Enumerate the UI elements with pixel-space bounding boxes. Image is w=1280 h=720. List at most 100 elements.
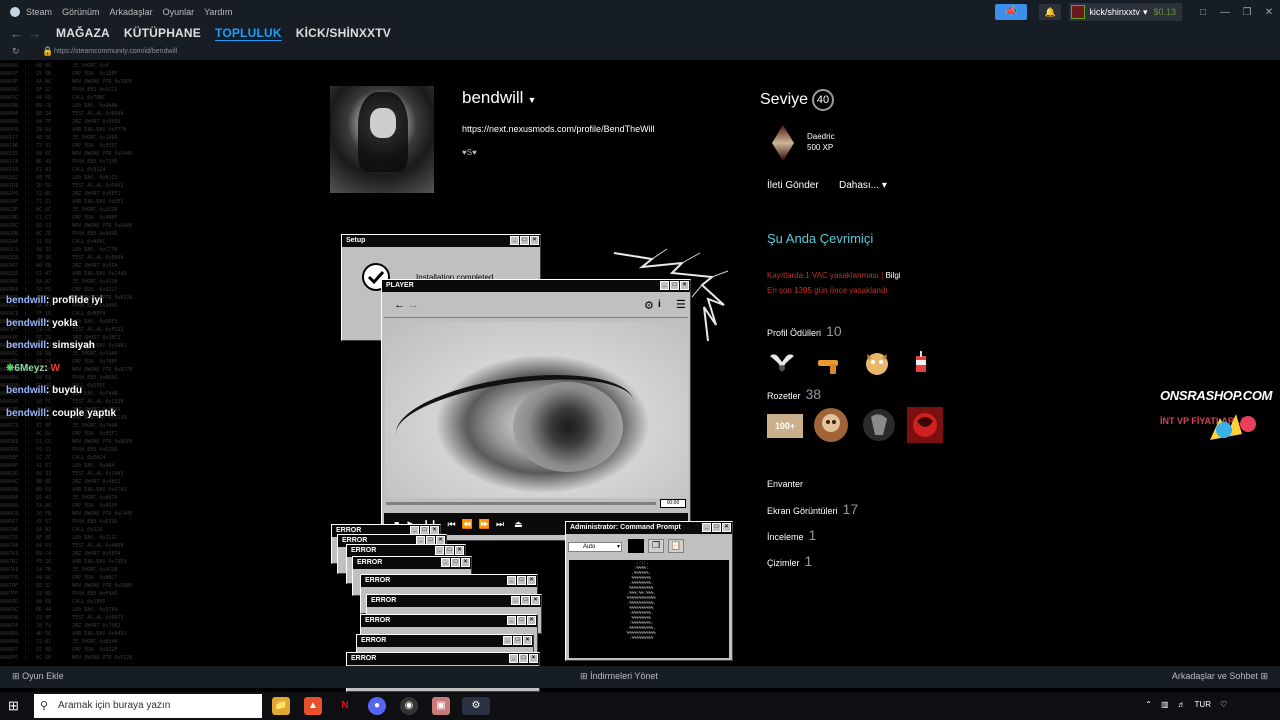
- vac-info-link[interactable]: Bilgi: [885, 271, 900, 280]
- volume-icon[interactable]: ♬: [1178, 700, 1186, 709]
- close-button[interactable]: ×: [527, 576, 536, 585]
- badge-100-icon[interactable]: 100+: [767, 414, 803, 438]
- player-titlebar[interactable]: PLAYER _ □ ×: [382, 280, 690, 292]
- screenshots-link[interactable]: Ekran Görüntüleri 17: [767, 501, 858, 517]
- broadcast-button[interactable]: 📣: [995, 4, 1028, 20]
- tab-store[interactable]: MAĞAZA: [56, 26, 110, 40]
- close-button[interactable]: ×: [529, 654, 538, 663]
- close-button[interactable]: ×: [530, 236, 539, 245]
- badges-link[interactable]: Rozetler 38: [767, 386, 821, 402]
- maximize-button[interactable]: □: [670, 281, 679, 290]
- artwork-link[interactable]: Çizimler 1: [767, 553, 812, 569]
- tab-community[interactable]: TOPLULUK: [215, 26, 282, 40]
- taskbar-search[interactable]: ⚲ Aramak için buraya yazın: [34, 694, 262, 718]
- reviews-link[interactable]: İnceleme 1: [767, 527, 816, 543]
- maximize-button[interactable]: □: [445, 546, 454, 555]
- maximize-button[interactable]: □: [517, 616, 526, 625]
- back-arrow-icon[interactable]: ←: [10, 26, 24, 41]
- close-button[interactable]: ×: [461, 558, 470, 567]
- error-titlebar[interactable]: ERROR _ □ ×: [353, 557, 471, 569]
- maximize-button[interactable]: □: [521, 596, 530, 605]
- back-arrow-icon[interactable]: ←: [394, 299, 405, 311]
- award-cat-icon[interactable]: [862, 348, 892, 378]
- close-button[interactable]: ×: [523, 636, 532, 645]
- badge-dark-icon[interactable]: [861, 407, 897, 443]
- profile-avatar[interactable]: [330, 86, 434, 193]
- menu-view[interactable]: Görünüm: [62, 7, 100, 17]
- player-video[interactable]: [385, 322, 688, 498]
- error-titlebar[interactable]: ERROR _ □ ×: [357, 635, 533, 647]
- tab-profile[interactable]: KİCK/SHİNXXTV: [296, 26, 391, 40]
- inventory-link[interactable]: Envanter: [767, 479, 803, 489]
- error-titlebar[interactable]: ERROR _ □ ×: [347, 653, 539, 665]
- refresh-icon[interactable]: ↻: [12, 46, 30, 57]
- skip-forward-icon[interactable]: ⏭: [496, 519, 504, 530]
- minimize-button[interactable]: _: [503, 636, 512, 645]
- minimize-button[interactable]: _: [510, 236, 519, 245]
- chevron-up-icon[interactable]: ⌃: [1145, 700, 1152, 709]
- badge-skull-icon[interactable]: [813, 407, 849, 443]
- tab-library[interactable]: KÜTÜPHANE: [124, 26, 201, 40]
- rewind-icon[interactable]: ⏪: [462, 519, 473, 530]
- close-button[interactable]: ×: [722, 523, 731, 532]
- forward-arrow-icon[interactable]: →: [408, 299, 419, 311]
- minimize-button[interactable]: _: [511, 596, 520, 605]
- maximize-button[interactable]: □: [520, 236, 529, 245]
- minimize-button[interactable]: _: [702, 523, 711, 532]
- close-button[interactable]: ✕: [1258, 7, 1280, 18]
- minimize-button[interactable]: _: [435, 546, 444, 555]
- cmd-select[interactable]: Auto ▾: [568, 542, 622, 552]
- monitor-icon[interactable]: □: [1192, 7, 1214, 18]
- account-menu[interactable]: kick/shinxxtv ▾ $0.13: [1069, 3, 1182, 21]
- menu-games[interactable]: Oyunlar: [163, 7, 195, 17]
- language-indicator[interactable]: TUR: [1195, 700, 1211, 709]
- profile-summary-link[interactable]: https://next.nexusmods.com/profile/BendT…: [462, 124, 655, 134]
- file-explorer-icon[interactable]: 📁: [272, 697, 290, 715]
- windows-start-icon[interactable]: ⊞: [8, 698, 24, 714]
- info-icon[interactable]: i: [658, 299, 661, 310]
- more-button[interactable]: Dahası... ▾: [839, 180, 887, 191]
- minimize-button[interactable]: _: [509, 654, 518, 663]
- cmd-titlebar[interactable]: Administrator: Command Prompt _ □ ×: [566, 522, 732, 534]
- minimize-button[interactable]: _: [507, 616, 516, 625]
- url-text[interactable]: https://steamcommunity.com/id/bendwill: [54, 48, 177, 55]
- obs-icon[interactable]: ◉: [400, 697, 418, 715]
- netflix-icon[interactable]: N: [336, 697, 354, 715]
- maximize-button[interactable]: □: [513, 636, 522, 645]
- gear-icon[interactable]: ⚙: [644, 299, 654, 312]
- setup-titlebar[interactable]: Setup _ □ ×: [342, 235, 540, 247]
- menu-icon[interactable]: ☰: [676, 298, 686, 311]
- paste-icon[interactable]: 📋: [668, 539, 684, 553]
- error-titlebar[interactable]: ERROR _ □ ×: [361, 615, 537, 627]
- steam-logo-icon[interactable]: [10, 7, 20, 17]
- profile-awards-link[interactable]: Profil Ödülleri 10: [767, 323, 842, 339]
- copy-icon[interactable]: ❐: [648, 539, 664, 553]
- network-icon[interactable]: ▥: [1161, 700, 1169, 709]
- eject-icon[interactable]: ⏏: [514, 519, 523, 530]
- maximize-button[interactable]: ❐: [1236, 7, 1258, 18]
- error-titlebar[interactable]: ERROR _ □ ×: [361, 575, 537, 587]
- bell-icon[interactable]: 🔔: [1039, 4, 1062, 20]
- maximize-button[interactable]: □: [519, 654, 528, 663]
- award-gun-icon[interactable]: [814, 348, 844, 378]
- close-button[interactable]: ×: [527, 616, 536, 625]
- add-game-button[interactable]: ⊞ Oyun Ekle: [12, 671, 64, 682]
- seek-bar[interactable]: [386, 502, 656, 505]
- menu-steam[interactable]: Steam: [26, 7, 52, 17]
- fast-forward-icon[interactable]: ⏩: [479, 519, 490, 530]
- error-titlebar[interactable]: ERROR _ □ ×: [367, 595, 541, 607]
- close-button[interactable]: ×: [455, 546, 464, 555]
- minimize-button[interactable]: —: [1214, 7, 1236, 18]
- friends-chat-button[interactable]: Arkadaşlar ve Sohbet ⊞: [1172, 671, 1268, 682]
- minimize-button[interactable]: _: [507, 576, 516, 585]
- badge-red-icon[interactable]: [907, 407, 943, 443]
- menu-help[interactable]: Yardım: [204, 7, 232, 17]
- image-app-icon[interactable]: ▣: [432, 697, 450, 715]
- maximize-button[interactable]: □: [712, 523, 721, 532]
- close-button[interactable]: ×: [531, 596, 540, 605]
- award-drink-icon[interactable]: [906, 348, 936, 378]
- send-message-button[interactable]: İleti Gönder: [767, 180, 819, 191]
- minimize-button[interactable]: _: [660, 281, 669, 290]
- daedric-badge-icon[interactable]: [772, 125, 794, 161]
- profile-name[interactable]: bendwill ▼: [462, 88, 536, 108]
